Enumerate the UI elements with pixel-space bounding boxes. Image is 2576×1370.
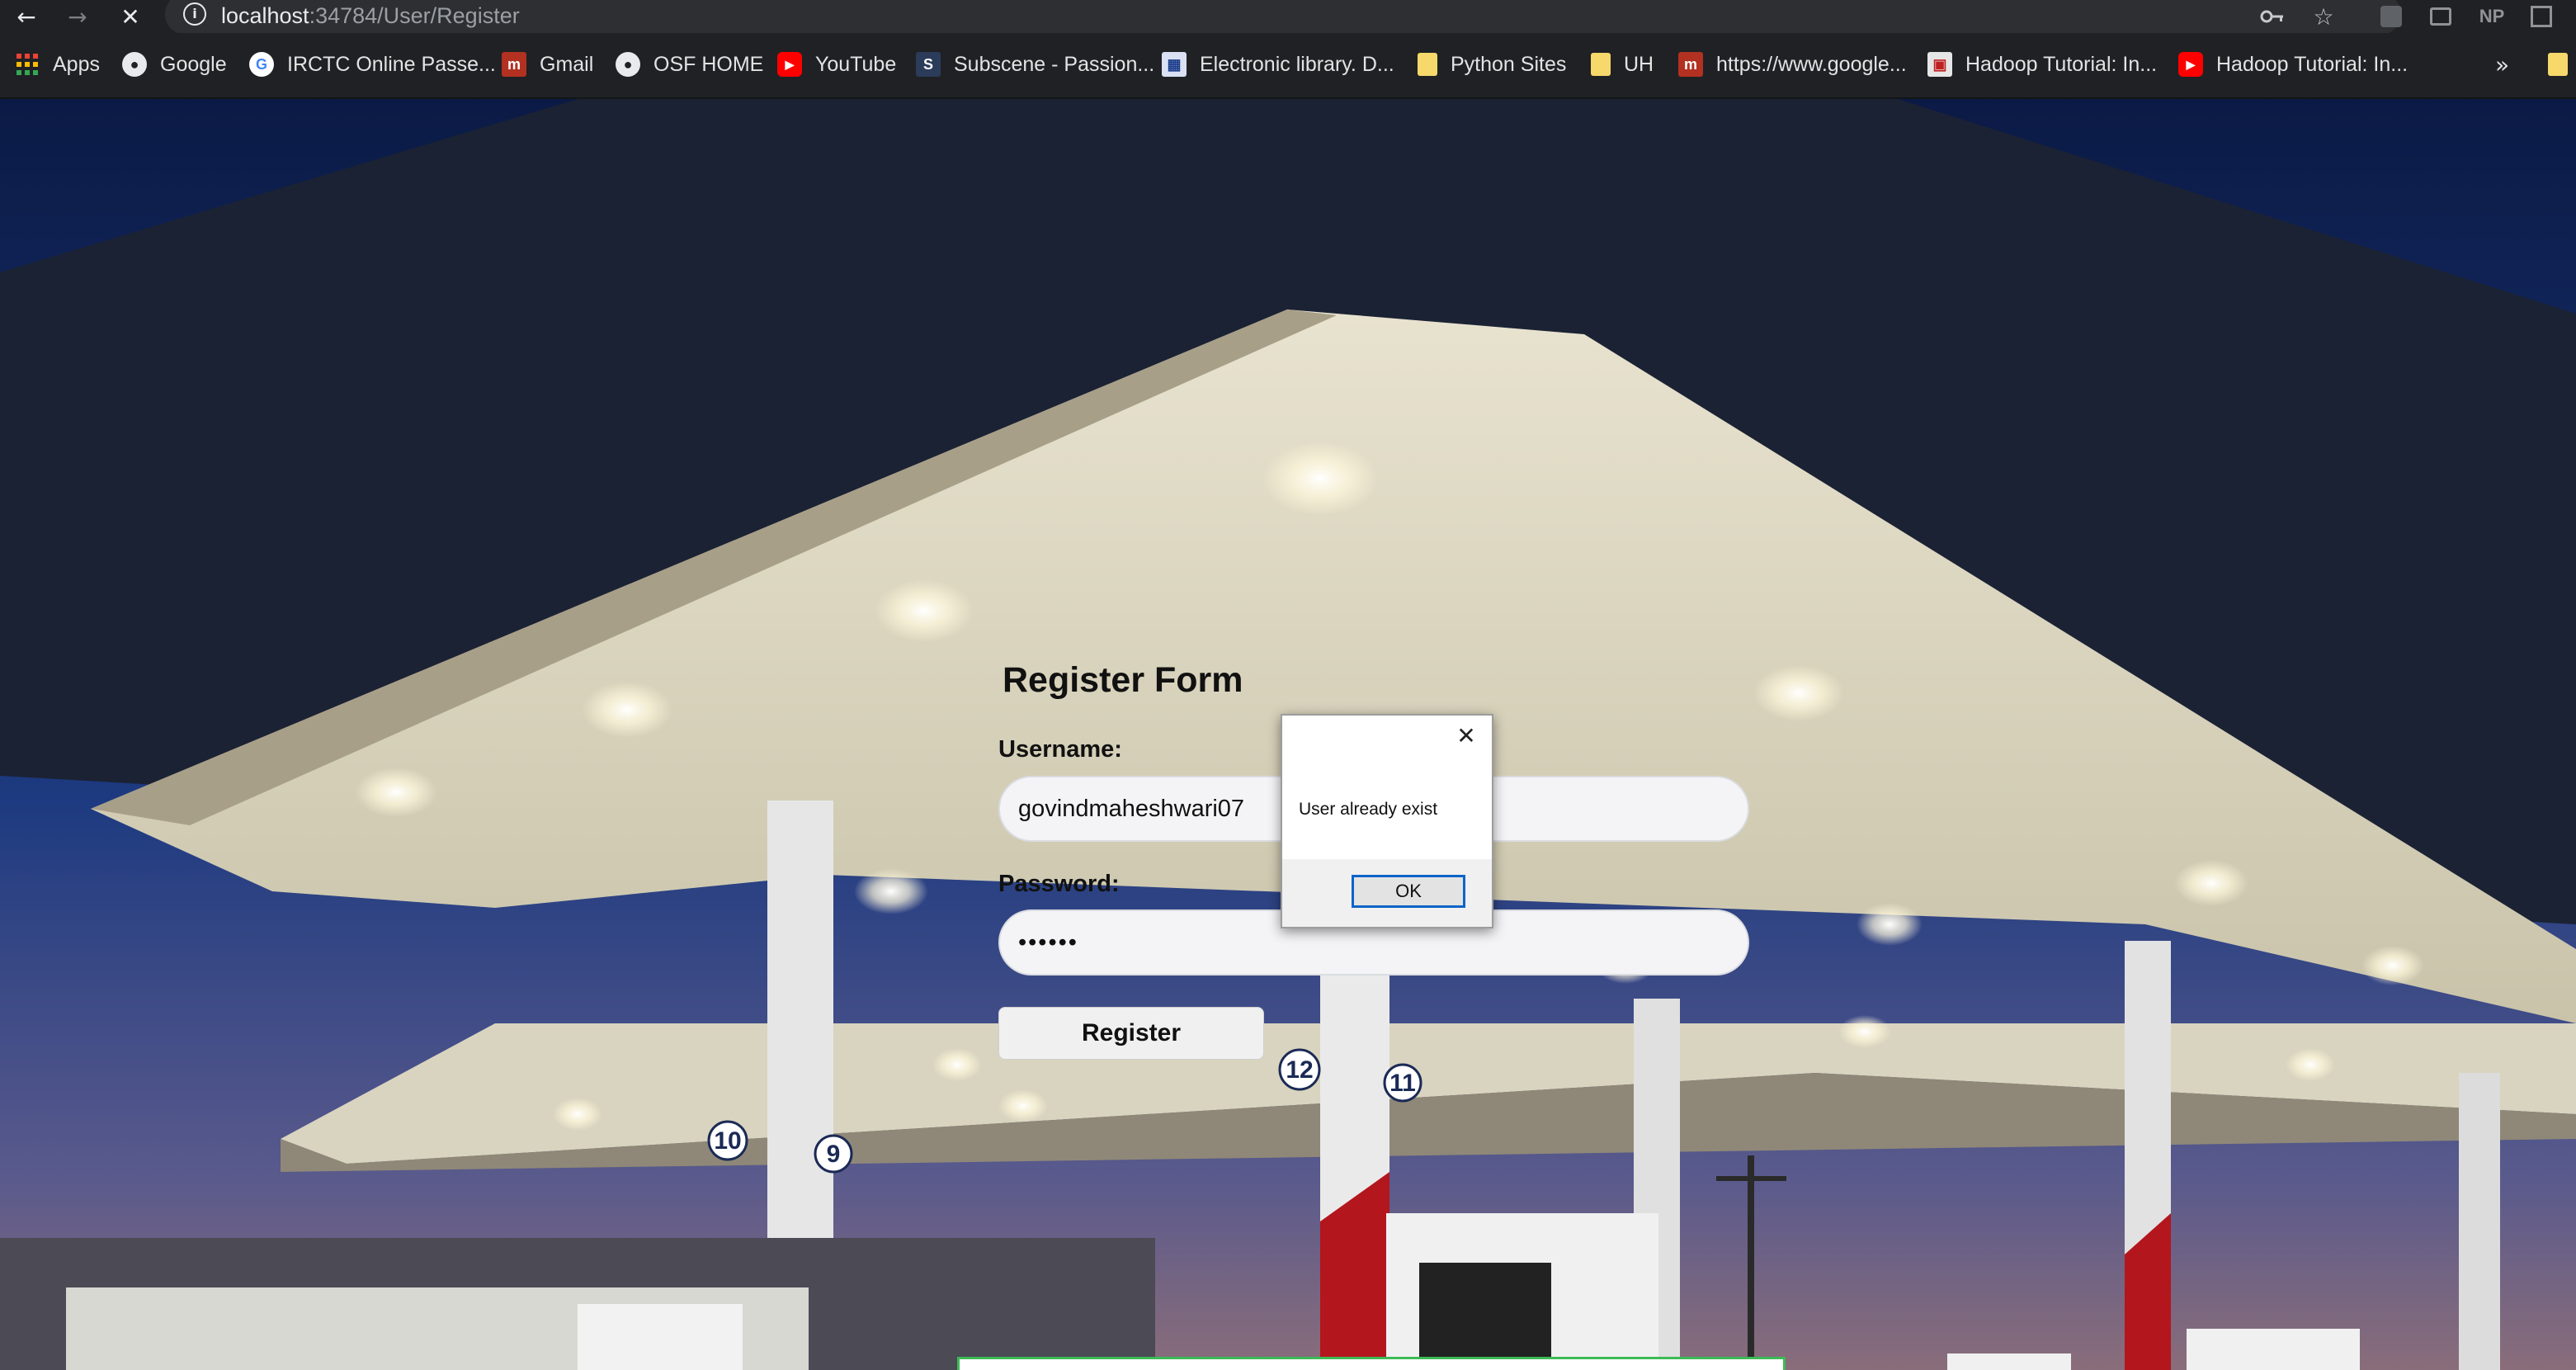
pump-number: 10 xyxy=(714,1127,741,1155)
back-arrow-icon[interactable]: ← xyxy=(8,0,45,33)
bookmark-hadoop-tutorial-youtube[interactable]: ▶ Hadoop Tutorial: In... xyxy=(2178,48,2408,81)
page-title: Register Form xyxy=(1003,660,1243,700)
stop-loading-icon[interactable]: ✕ xyxy=(112,0,149,33)
google-icon: G xyxy=(249,52,274,77)
url-text[interactable]: localhost:34784/User/Register xyxy=(221,2,520,30)
bookmark-google-url[interactable]: m https://www.google... xyxy=(1678,48,1907,81)
library-icon: ▦ xyxy=(1162,52,1187,77)
bookmark-label: Electronic library. D... xyxy=(1200,52,1394,76)
bookmark-label: Python Sites xyxy=(1451,52,1567,76)
globe-icon: ● xyxy=(122,52,147,77)
bookmark-hadoop-tutorial[interactable]: ▣ Hadoop Tutorial: In... xyxy=(1927,48,2157,81)
site-favicon-icon: m xyxy=(502,52,526,77)
key-icon[interactable] xyxy=(2256,0,2289,33)
apps-grid-icon xyxy=(15,52,40,77)
bookmark-label: Hadoop Tutorial: In... xyxy=(1965,52,2158,76)
profile-avatar[interactable]: NP xyxy=(2475,0,2508,33)
bookmark-label: Hadoop Tutorial: In... xyxy=(2216,52,2409,76)
register-button[interactable]: Register xyxy=(998,1007,1264,1060)
pump-number: 11 xyxy=(1389,1070,1416,1097)
bookmark-osf-home[interactable]: ● OSF HOME xyxy=(616,48,763,81)
subscene-icon: S xyxy=(916,52,941,77)
cast-icon[interactable] xyxy=(2424,0,2457,33)
bookmarks-bar: Apps ● Google G IRCTC Online Passe... m … xyxy=(0,33,2576,99)
bookmark-folder-uh[interactable]: UH xyxy=(1591,48,1654,81)
alert-message: User already exist xyxy=(1299,800,1438,819)
close-icon[interactable]: ✕ xyxy=(1454,724,1479,749)
extension-icon[interactable] xyxy=(2375,0,2408,33)
bookmark-folder-python-sites[interactable]: Python Sites xyxy=(1418,48,1566,81)
site-favicon-icon: m xyxy=(1678,52,1703,77)
bottom-panel-edge xyxy=(957,1357,1786,1370)
bookmark-label: UH xyxy=(1624,52,1654,76)
bookmark-label: Google xyxy=(160,52,227,76)
bookmark-star-icon[interactable]: ☆ xyxy=(2307,0,2340,33)
alert-dialog: ✕ User already exist OK xyxy=(1281,714,1493,928)
bookmarks-overflow-chevron-icon[interactable]: » xyxy=(2495,48,2509,81)
bookmark-label: IRCTC Online Passe... xyxy=(287,52,496,76)
folder-icon xyxy=(1591,53,1611,76)
bookmark-label: OSF HOME xyxy=(653,52,764,76)
folder-icon xyxy=(1418,53,1437,76)
bookmark-label: https://www.google... xyxy=(1716,52,1907,76)
ok-button[interactable]: OK xyxy=(1352,875,1465,908)
url-host: localhost xyxy=(221,3,309,28)
bookmark-gmail[interactable]: m Gmail xyxy=(502,48,593,81)
page-content: 12 11 10 9 Register Form Username: govindma… xyxy=(0,99,2576,1370)
window-icon[interactable] xyxy=(2525,0,2558,33)
youtube-icon: ▶ xyxy=(777,52,802,77)
url-path: :34784/User/Register xyxy=(309,3,520,28)
bookmark-youtube[interactable]: ▶ YouTube xyxy=(777,48,896,81)
site-favicon-icon: ▣ xyxy=(1927,52,1952,77)
bookmark-subscene[interactable]: S Subscene - Passion... xyxy=(916,48,1154,81)
bookmark-apps[interactable]: Apps xyxy=(15,48,100,81)
password-label: Password: xyxy=(998,871,1120,897)
bookmark-label: YouTube xyxy=(815,52,897,76)
bookmark-label: Subscene - Passion... xyxy=(954,52,1155,76)
username-label: Username: xyxy=(998,736,1122,763)
other-bookmarks-folder-icon[interactable] xyxy=(2548,48,2576,81)
site-info-icon[interactable]: i xyxy=(183,2,206,26)
browser-toolbar: ← → ✕ i localhost:34784/User/Register ☆ … xyxy=(0,0,2576,35)
bookmark-irctc[interactable]: G IRCTC Online Passe... xyxy=(249,48,496,81)
bookmark-google[interactable]: ● Google xyxy=(122,48,227,81)
bookmark-label: Gmail xyxy=(540,52,594,76)
alert-footer: OK xyxy=(1282,859,1492,927)
youtube-icon: ▶ xyxy=(2178,52,2203,77)
globe-icon: ● xyxy=(616,52,640,77)
forward-arrow-icon[interactable]: → xyxy=(59,0,96,33)
bookmark-label: Apps xyxy=(53,52,100,76)
pump-number: 12 xyxy=(1286,1056,1313,1084)
bookmark-electronic-library[interactable]: ▦ Electronic library. D... xyxy=(1162,48,1394,81)
pump-number: 9 xyxy=(827,1141,841,1168)
